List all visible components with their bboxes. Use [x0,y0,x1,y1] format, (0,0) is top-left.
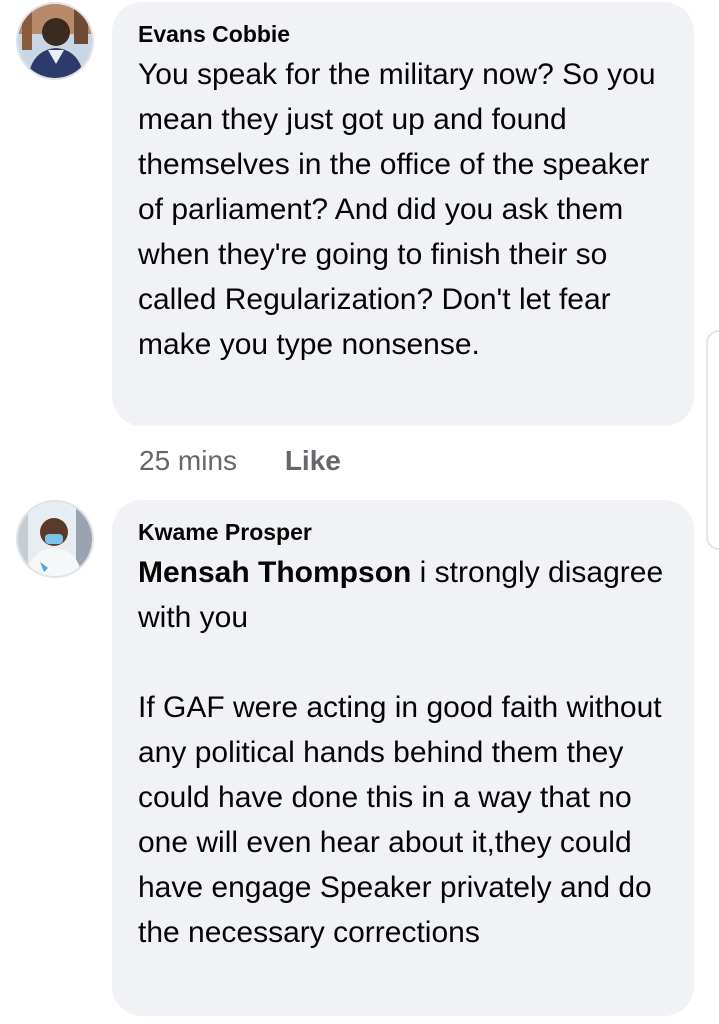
avatar-kwame-prosper[interactable] [16,500,94,578]
profile-photo-icon [18,502,92,576]
comments-thread: Evans Cobbie You speak for the military … [0,0,719,1024]
avatar-evans-cobbie[interactable] [16,2,94,80]
comment-bubble: Evans Cobbie You speak for the military … [112,2,694,426]
comment-actions: 25 mins Like [139,441,341,481]
scroll-handle[interactable] [706,330,719,550]
comment-author[interactable]: Evans Cobbie [138,20,668,48]
comment-text: You speak for the military now? So you m… [138,58,656,361]
mention-link[interactable]: Mensah Thompson [138,556,411,589]
comment-text: Mensah Thompson i strongly disagree with… [138,550,668,955]
comment-timestamp[interactable]: 25 mins [139,445,237,476]
comment-bubble: Kwame Prosper Mensah Thompson i strongly… [112,500,694,1016]
comment-author[interactable]: Kwame Prosper [138,518,668,546]
profile-photo-icon [18,4,92,78]
comment-body: i strongly disagree with you If GAF were… [138,556,664,949]
like-button[interactable]: Like [285,445,341,476]
